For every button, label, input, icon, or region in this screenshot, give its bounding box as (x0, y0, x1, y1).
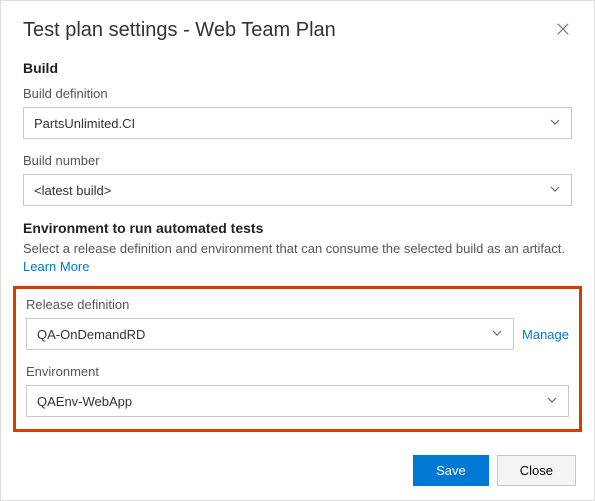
close-button[interactable]: Close (497, 455, 576, 486)
dialog-title: Test plan settings - Web Team Plan (23, 19, 336, 42)
save-button[interactable]: Save (413, 455, 489, 486)
release-definition-value: QA-OnDemandRD (37, 327, 145, 342)
environment-dropdown[interactable]: QAEnv-WebApp (26, 385, 569, 417)
chevron-down-icon (491, 327, 503, 342)
close-icon[interactable] (554, 19, 572, 41)
release-definition-field: Release definition QA-OnDemandRD Manage (26, 297, 569, 350)
chevron-down-icon (549, 183, 561, 198)
environment-heading: Environment to run automated tests (23, 220, 572, 236)
environment-value: QAEnv-WebApp (37, 394, 132, 409)
build-number-label: Build number (23, 153, 572, 168)
chevron-down-icon (546, 394, 558, 409)
build-definition-value: PartsUnlimited.CI (34, 116, 135, 131)
environment-field: Environment QAEnv-WebApp (26, 364, 569, 417)
build-number-value: <latest build> (34, 183, 111, 198)
test-plan-settings-dialog: Test plan settings - Web Team Plan Build… (1, 1, 594, 432)
dialog-footer: Save Close (413, 455, 576, 486)
build-heading: Build (23, 60, 572, 76)
build-definition-dropdown[interactable]: PartsUnlimited.CI (23, 107, 572, 139)
build-definition-field: Build definition PartsUnlimited.CI (23, 86, 572, 139)
chevron-down-icon (549, 116, 561, 131)
release-definition-label: Release definition (26, 297, 569, 312)
learn-more-link[interactable]: Learn More (23, 259, 89, 274)
environment-section: Environment to run automated tests Selec… (23, 220, 572, 432)
build-definition-label: Build definition (23, 86, 572, 101)
dialog-header: Test plan settings - Web Team Plan (23, 19, 572, 42)
release-definition-dropdown[interactable]: QA-OnDemandRD (26, 318, 514, 350)
environment-label: Environment (26, 364, 569, 379)
manage-link[interactable]: Manage (522, 327, 569, 342)
environment-description: Select a release definition and environm… (23, 240, 572, 276)
build-number-dropdown[interactable]: <latest build> (23, 174, 572, 206)
build-number-field: Build number <latest build> (23, 153, 572, 206)
highlighted-region: Release definition QA-OnDemandRD Manage … (13, 286, 582, 432)
